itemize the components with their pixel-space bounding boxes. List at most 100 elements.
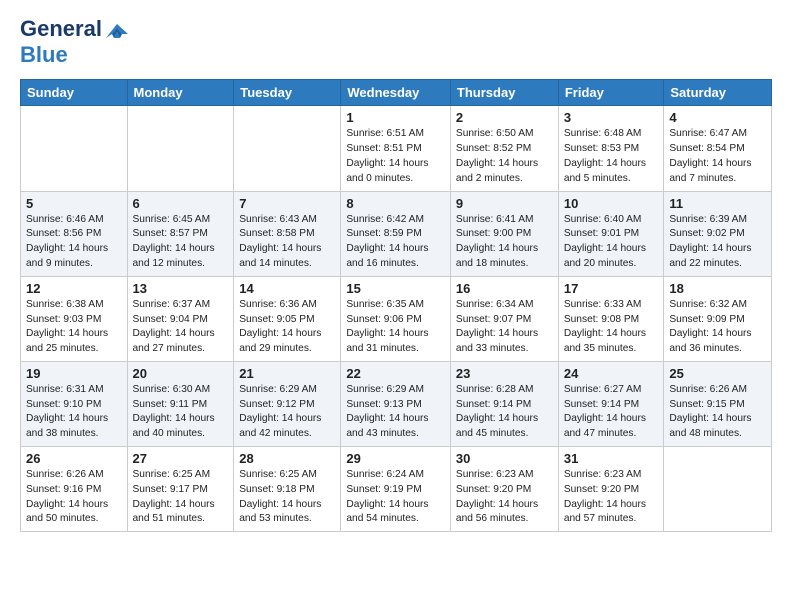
week-row-5: 26Sunrise: 6:26 AMSunset: 9:16 PMDayligh… [21,446,772,531]
day-number: 10 [564,196,659,211]
day-number: 3 [564,110,659,125]
day-info: Sunrise: 6:30 AMSunset: 9:11 PMDaylight:… [133,383,229,442]
day-cell: 12 Sunrise: 6:38 AMSunset: 9:03 PMDayligh… [21,276,128,361]
day-cell [21,106,128,191]
day-number: 2 [456,110,553,125]
day-cell: 24 Sunrise: 6:27 AMSunset: 9:14 PMDayligh… [558,361,664,446]
day-cell: 28 Sunrise: 6:25 AMSunset: 9:18 PMDayligh… [234,446,341,531]
day-info: Sunrise: 6:23 AMSunset: 9:20 PMDaylight:… [456,468,553,527]
day-number: 14 [239,281,335,296]
day-number: 15 [346,281,445,296]
day-cell [234,106,341,191]
day-info: Sunrise: 6:25 AMSunset: 9:17 PMDaylight:… [133,468,229,527]
day-number: 18 [669,281,766,296]
header-cell-sunday: Sunday [21,80,128,106]
day-cell: 18 Sunrise: 6:32 AMSunset: 9:09 PMDayligh… [664,276,772,361]
day-cell: 22 Sunrise: 6:29 AMSunset: 9:13 PMDayligh… [341,361,451,446]
day-cell: 4 Sunrise: 6:47 AMSunset: 8:54 PMDaylight… [664,106,772,191]
day-cell: 14 Sunrise: 6:36 AMSunset: 9:05 PMDayligh… [234,276,341,361]
day-cell: 5Sunrise: 6:46 AMSunset: 8:56 PMDaylight… [21,191,128,276]
day-cell: 16 Sunrise: 6:34 AMSunset: 9:07 PMDayligh… [450,276,558,361]
day-info: Sunrise: 6:51 AMSunset: 8:51 PMDaylight:… [346,127,445,186]
day-number: 17 [564,281,659,296]
day-number: 8 [346,196,445,211]
week-row-2: 5Sunrise: 6:46 AMSunset: 8:56 PMDaylight… [21,191,772,276]
day-number: 22 [346,366,445,381]
calendar-table: SundayMondayTuesdayWednesdayThursdayFrid… [20,79,772,532]
header-cell-monday: Monday [127,80,234,106]
day-number: 23 [456,366,553,381]
day-number: 11 [669,196,766,211]
header-cell-tuesday: Tuesday [234,80,341,106]
day-number: 25 [669,366,766,381]
day-cell [664,446,772,531]
day-info: Sunrise: 6:45 AMSunset: 8:57 PMDaylight:… [133,213,229,272]
day-info: Sunrise: 6:34 AMSunset: 9:07 PMDaylight:… [456,298,553,357]
day-info: Sunrise: 6:27 AMSunset: 9:14 PMDaylight:… [564,383,659,442]
day-cell: 21Sunrise: 6:29 AMSunset: 9:12 PMDayligh… [234,361,341,446]
page: General Blue SundayMondayTues [0,0,792,548]
header: General Blue [20,16,772,67]
day-number: 4 [669,110,766,125]
day-number: 19 [26,366,122,381]
day-cell: 6Sunrise: 6:45 AMSunset: 8:57 PMDaylight… [127,191,234,276]
day-info: Sunrise: 6:39 AMSunset: 9:02 PMDaylight:… [669,213,766,272]
day-number: 28 [239,451,335,466]
day-cell: 26Sunrise: 6:26 AMSunset: 9:16 PMDayligh… [21,446,128,531]
logo-text: General Blue [20,16,132,67]
day-cell: 1Sunrise: 6:51 AMSunset: 8:51 PMDaylight… [341,106,451,191]
day-cell: 20 Sunrise: 6:30 AMSunset: 9:11 PMDayligh… [127,361,234,446]
day-number: 16 [456,281,553,296]
day-cell: 25 Sunrise: 6:26 AMSunset: 9:15 PMDayligh… [664,361,772,446]
day-number: 30 [456,451,553,466]
day-info: Sunrise: 6:41 AMSunset: 9:00 PMDaylight:… [456,213,553,272]
week-row-3: 12 Sunrise: 6:38 AMSunset: 9:03 PMDayligh… [21,276,772,361]
day-cell: 17 Sunrise: 6:33 AMSunset: 9:08 PMDayligh… [558,276,664,361]
day-info: Sunrise: 6:47 AMSunset: 8:54 PMDaylight:… [669,127,766,186]
day-info: Sunrise: 6:50 AMSunset: 8:52 PMDaylight:… [456,127,553,186]
header-cell-wednesday: Wednesday [341,80,451,106]
day-info: Sunrise: 6:23 AMSunset: 9:20 PMDaylight:… [564,468,659,527]
day-cell: 19 Sunrise: 6:31 AMSunset: 9:10 PMDayligh… [21,361,128,446]
day-info: Sunrise: 6:24 AMSunset: 9:19 PMDaylight:… [346,468,445,527]
day-number: 29 [346,451,445,466]
day-cell [127,106,234,191]
day-cell: 3Sunrise: 6:48 AMSunset: 8:53 PMDaylight… [558,106,664,191]
day-info: Sunrise: 6:31 AMSunset: 9:10 PMDaylight:… [26,383,122,442]
day-info: Sunrise: 6:29 AMSunset: 9:13 PMDaylight:… [346,383,445,442]
day-cell: 29 Sunrise: 6:24 AMSunset: 9:19 PMDayligh… [341,446,451,531]
day-info: Sunrise: 6:36 AMSunset: 9:05 PMDaylight:… [239,298,335,357]
day-info: Sunrise: 6:43 AMSunset: 8:58 PMDaylight:… [239,213,335,272]
week-row-4: 19 Sunrise: 6:31 AMSunset: 9:10 PMDayligh… [21,361,772,446]
day-info: Sunrise: 6:29 AMSunset: 9:12 PMDaylight:… [239,383,335,442]
day-info: Sunrise: 6:38 AMSunset: 9:03 PMDaylight:… [26,298,122,357]
day-cell: 10 Sunrise: 6:40 AMSunset: 9:01 PMDayligh… [558,191,664,276]
header-cell-friday: Friday [558,80,664,106]
day-cell: 31Sunrise: 6:23 AMSunset: 9:20 PMDayligh… [558,446,664,531]
day-number: 7 [239,196,335,211]
header-cell-thursday: Thursday [450,80,558,106]
day-info: Sunrise: 6:46 AMSunset: 8:56 PMDaylight:… [26,213,122,272]
header-cell-saturday: Saturday [664,80,772,106]
day-number: 20 [133,366,229,381]
day-cell: 15 Sunrise: 6:35 AMSunset: 9:06 PMDayligh… [341,276,451,361]
day-number: 9 [456,196,553,211]
day-info: Sunrise: 6:26 AMSunset: 9:15 PMDaylight:… [669,383,766,442]
day-number: 27 [133,451,229,466]
day-info: Sunrise: 6:35 AMSunset: 9:06 PMDaylight:… [346,298,445,357]
week-row-1: 1Sunrise: 6:51 AMSunset: 8:51 PMDaylight… [21,106,772,191]
day-cell: 8 Sunrise: 6:42 AMSunset: 8:59 PMDaylight… [341,191,451,276]
day-cell: 9 Sunrise: 6:41 AMSunset: 9:00 PMDaylight… [450,191,558,276]
day-info: Sunrise: 6:42 AMSunset: 8:59 PMDaylight:… [346,213,445,272]
day-info: Sunrise: 6:25 AMSunset: 9:18 PMDaylight:… [239,468,335,527]
day-cell: 13Sunrise: 6:37 AMSunset: 9:04 PMDayligh… [127,276,234,361]
day-info: Sunrise: 6:33 AMSunset: 9:08 PMDaylight:… [564,298,659,357]
logo: General Blue [20,16,132,67]
day-cell: 27 Sunrise: 6:25 AMSunset: 9:17 PMDayligh… [127,446,234,531]
day-info: Sunrise: 6:40 AMSunset: 9:01 PMDaylight:… [564,213,659,272]
day-cell: 11 Sunrise: 6:39 AMSunset: 9:02 PMDayligh… [664,191,772,276]
day-number: 24 [564,366,659,381]
day-number: 12 [26,281,122,296]
header-row: SundayMondayTuesdayWednesdayThursdayFrid… [21,80,772,106]
day-info: Sunrise: 6:32 AMSunset: 9:09 PMDaylight:… [669,298,766,357]
